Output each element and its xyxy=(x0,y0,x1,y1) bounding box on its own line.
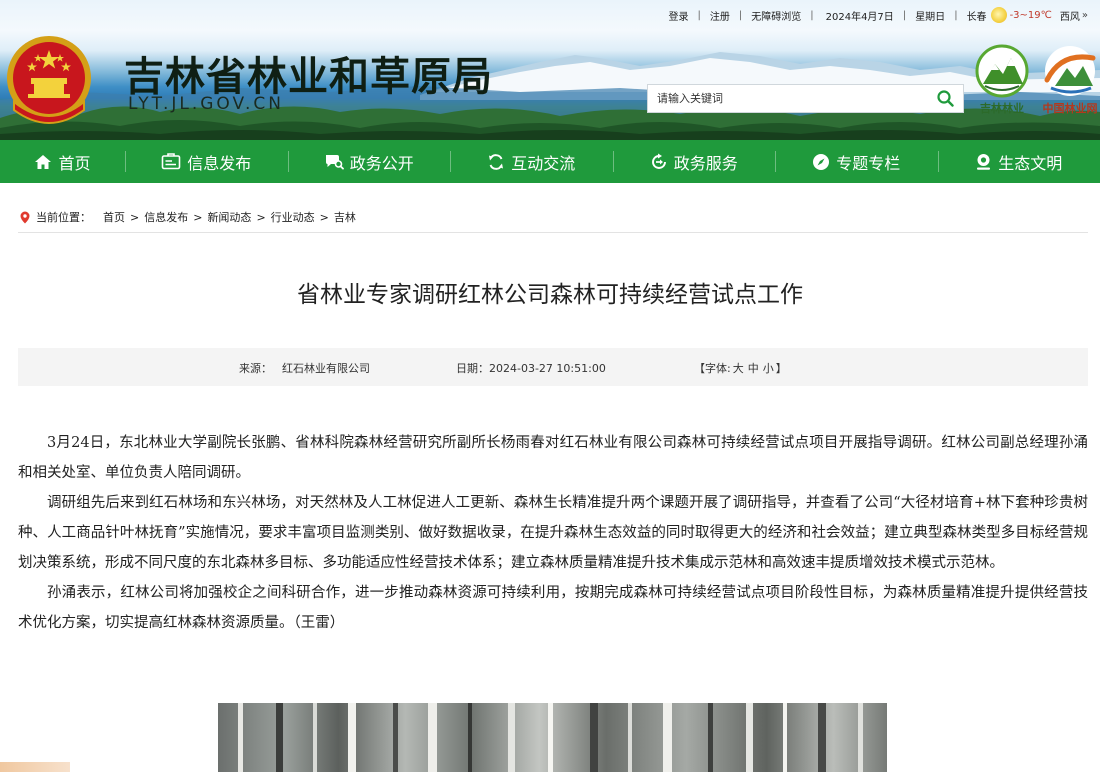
nav-item-label: 信息发布 xyxy=(187,153,252,173)
breadcrumb: 当前位置： 首页 > 信息发布 > 新闻动态 > 行业动态 > 吉林 xyxy=(20,209,356,225)
nav-item-gov-service[interactable]: 政务服务 xyxy=(612,140,776,183)
nav-item-home[interactable]: 首页 xyxy=(0,140,125,183)
article-source: 来源： 红石林业有限公司 xyxy=(239,360,370,376)
accessibility-link[interactable]: 无障碍浏览 xyxy=(751,8,801,23)
search-box xyxy=(647,84,964,113)
weather-more-icon[interactable]: » xyxy=(1082,10,1088,21)
font-size-medium-button[interactable]: 中 xyxy=(748,362,759,375)
separator: | xyxy=(954,9,958,21)
font-size-switcher: 【字体: 大中小】 xyxy=(694,360,787,376)
font-size-label: 【字体: xyxy=(694,362,731,375)
jilin-forestry-logo[interactable]: 吉林林业 xyxy=(972,44,1032,115)
corner-decoration xyxy=(0,762,70,772)
separator: | xyxy=(902,9,907,21)
nav-item-label: 政务公开 xyxy=(349,153,414,173)
breadcrumb-item-news[interactable]: 新闻动态 xyxy=(207,209,251,225)
article-date: 日期：2024-03-27 10:51:00 xyxy=(456,360,606,376)
nav-item-gov-affairs[interactable]: 政务公开 xyxy=(287,140,451,183)
breadcrumb-item-industry[interactable]: 行业动态 xyxy=(271,209,315,225)
breadcrumb-divider xyxy=(18,232,1088,233)
nav-item-label: 政务服务 xyxy=(673,153,738,173)
refresh-icon xyxy=(489,153,504,170)
breadcrumb-item-jilin[interactable]: 吉林 xyxy=(334,209,356,225)
article-paragraph: 孙涌表示，红林公司将加强校企之间科研合作，进一步推动森林资源可持续利用，按期完成… xyxy=(18,585,1088,631)
map-pin-icon xyxy=(20,211,30,223)
breadcrumb-separator: > xyxy=(256,210,266,224)
current-date: 2024年4月7日 xyxy=(825,11,894,23)
breadcrumb-item-info[interactable]: 信息发布 xyxy=(144,209,188,225)
source-value: 红石林业有限公司 xyxy=(282,362,370,375)
article-body: 3月24日，东北林业大学副院长张鹏、省林科院森林经营研究所副所长杨雨春对红石林业… xyxy=(18,428,1088,638)
date-label: 日期： xyxy=(456,362,489,375)
sunny-weather-icon xyxy=(990,7,1007,23)
breadcrumb-item-home[interactable]: 首页 xyxy=(103,209,125,225)
nav-item-special-topics[interactable]: 专题专栏 xyxy=(775,140,938,183)
nav-item-label: 专题专栏 xyxy=(836,153,901,173)
nav-item-interaction[interactable]: 互动交流 xyxy=(450,140,613,183)
register-link[interactable]: 注册 xyxy=(710,8,730,23)
search-icon xyxy=(936,90,954,107)
nav-item-label: 首页 xyxy=(58,153,91,173)
id-card-icon xyxy=(161,153,181,170)
jilin-forestry-label: 吉林林业 xyxy=(980,102,1024,115)
service-icon xyxy=(651,153,666,169)
font-size-small-button[interactable]: 小 xyxy=(763,362,774,375)
breadcrumb-separator: > xyxy=(193,210,203,224)
birch-forest-image xyxy=(238,703,863,772)
china-forestry-logo-icon xyxy=(1044,46,1096,96)
separator: | xyxy=(738,9,743,21)
site-header: 登录 | 注册 | 无障碍浏览 | 2024年4月7日 | 星期日 | 长春 -… xyxy=(0,0,1100,140)
source-label: 来源： xyxy=(239,362,272,375)
location-icon xyxy=(977,153,991,170)
compass-icon xyxy=(813,153,830,170)
search-chat-icon xyxy=(325,155,344,170)
login-link[interactable]: 登录 xyxy=(669,8,689,23)
article-meta-bar: 来源： 红石林业有限公司 日期：2024-03-27 10:51:00 【字体: 大… xyxy=(18,348,1088,386)
separator: | xyxy=(697,9,701,21)
china-forestry-logo[interactable]: 中国林业网 xyxy=(1040,44,1100,115)
article-paragraph: 3月24日，东北林业大学副院长张鹏、省林科院森林经营研究所副所长杨雨春对红石林业… xyxy=(18,435,1088,481)
weather-wind: 西风 xyxy=(1059,11,1080,23)
weather-temperature: -3~19℃ xyxy=(1009,9,1052,21)
national-emblem-icon[interactable] xyxy=(4,32,94,132)
font-size-large-button[interactable]: 大 xyxy=(733,362,744,375)
home-icon xyxy=(35,154,52,169)
main-nav: 首页 信息发布 政务公开 互动交流 政务服务 专题专栏 生态文明 xyxy=(0,140,1100,183)
nav-item-info[interactable]: 信息发布 xyxy=(125,140,288,183)
article-paragraph: 调研组先后来到红石林场和东兴林场，对天然林及人工林促进人工更新、森林生长精准提升… xyxy=(18,495,1088,571)
jilin-forestry-logo-icon xyxy=(975,44,1029,98)
date-value: 2024-03-27 10:51:00 xyxy=(489,362,606,375)
breadcrumb-separator: > xyxy=(130,210,140,224)
separator: | xyxy=(810,9,814,21)
breadcrumb-separator: > xyxy=(319,210,329,224)
nav-item-label: 生态文明 xyxy=(998,153,1063,173)
weather-city: 长春 xyxy=(966,11,987,23)
current-weekday: 星期日 xyxy=(915,11,946,23)
search-input[interactable] xyxy=(648,85,927,112)
article-title: 省林业专家调研红林公司森林可持续经营试点工作 xyxy=(297,282,803,308)
font-size-close: 】 xyxy=(775,362,787,375)
nav-item-eco-civilization[interactable]: 生态文明 xyxy=(937,140,1100,183)
nav-item-label: 互动交流 xyxy=(511,153,576,173)
search-button[interactable] xyxy=(927,85,963,112)
article-photo xyxy=(218,703,887,772)
china-forestry-label: 中国林业网 xyxy=(1042,102,1098,115)
site-domain: LYT.JL.GOV.CN xyxy=(128,94,284,114)
breadcrumb-label: 当前位置： xyxy=(36,211,91,224)
top-utility-bar: 登录 | 注册 | 无障碍浏览 | 2024年4月7日 | 星期日 | 长春 -… xyxy=(669,6,1088,24)
